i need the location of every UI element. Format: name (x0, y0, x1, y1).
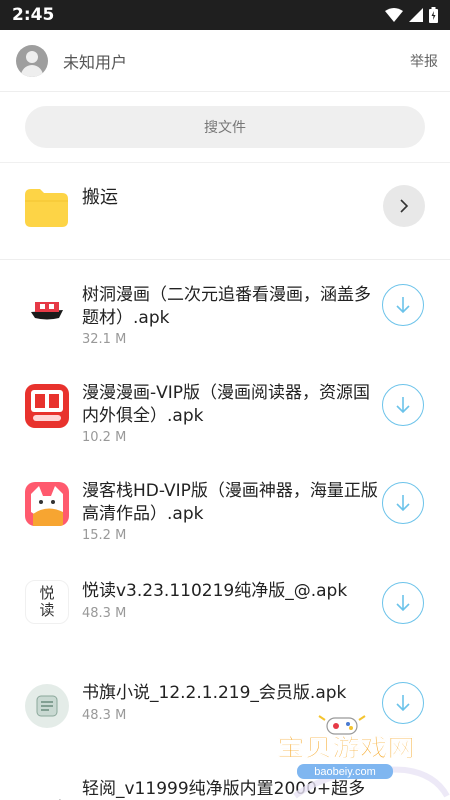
download-icon (396, 297, 410, 314)
file-name: 悦读v3.23.110219纯净版_@.apk (82, 581, 348, 601)
yuedu-icon-text: 悦读 (39, 584, 55, 619)
file-size: 48.3 M (82, 606, 127, 621)
file-name: 漫漫漫画-VIP版（漫画阅读器，资源国内外俱全）.apk (82, 383, 371, 426)
status-time: 2:45 (12, 5, 55, 25)
folder-name: 搬运 (82, 187, 118, 208)
list-item[interactable]: 漫客栈HD-VIP版（漫画神器，海量正版高清作品）.apk 15.2 M (0, 458, 450, 556)
manman-app-icon (25, 384, 69, 428)
file-name: 树洞漫画（二次元追番看漫画，涵盖多题材）.apk (82, 285, 371, 328)
baobei-watermark-logo: 宝贝游戏网 baobeiy.com (277, 715, 450, 799)
download-icon (396, 595, 410, 612)
download-icon (396, 397, 410, 414)
download-button[interactable] (382, 582, 424, 624)
file-size: 32.1 M (82, 332, 127, 347)
search-input[interactable]: 搜文件 (25, 106, 425, 148)
wifi-icon (385, 8, 403, 22)
mankezhan-app-icon (25, 482, 69, 526)
gamepad-icon (318, 715, 366, 735)
file-size: 48.3 M (82, 708, 127, 723)
svg-text:宝贝游戏网: 宝贝游戏网 (277, 734, 415, 762)
list-item[interactable]: 悦读 悦读v3.23.110219纯净版_@.apk 48.3 M (0, 556, 450, 654)
report-button[interactable]: 举报 (410, 51, 438, 71)
avatar[interactable] (16, 44, 48, 77)
download-button[interactable] (382, 384, 424, 426)
file-name: 漫客栈HD-VIP版（漫画神器，海量正版高清作品）.apk (82, 481, 378, 524)
download-icon (396, 495, 410, 512)
file-name: 书旗小说_12.2.1.219_会员版.apk (82, 683, 347, 703)
yuedu-app-icon: 悦读 (25, 580, 69, 624)
folder-open-button[interactable] (383, 185, 425, 227)
download-button[interactable] (382, 284, 424, 326)
qingyue-app-icon (25, 786, 69, 800)
signal-icon (409, 8, 423, 22)
search-bar-container: 搜文件 (0, 92, 450, 163)
shuqi-app-icon (25, 684, 69, 728)
status-bar: 2:45 (0, 0, 450, 30)
list-item[interactable]: 树洞漫画（二次元追番看漫画，涵盖多题材）.apk 32.1 M (0, 262, 450, 360)
download-button[interactable] (382, 482, 424, 524)
username: 未知用户 (63, 52, 128, 72)
header: 未知用户 举报 (0, 30, 450, 92)
svg-text:baobeiy.com: baobeiy.com (314, 766, 376, 778)
list-item[interactable]: 漫漫漫画-VIP版（漫画阅读器，资源国内外俱全）.apk 10.2 M (0, 360, 450, 458)
status-icons (385, 7, 438, 23)
file-size: 10.2 M (82, 430, 127, 445)
chevron-right-icon (400, 199, 409, 213)
folder-icon (25, 189, 68, 227)
file-size: 15.2 M (82, 528, 127, 543)
battery-icon (429, 7, 438, 23)
shudong-app-icon (25, 288, 69, 332)
